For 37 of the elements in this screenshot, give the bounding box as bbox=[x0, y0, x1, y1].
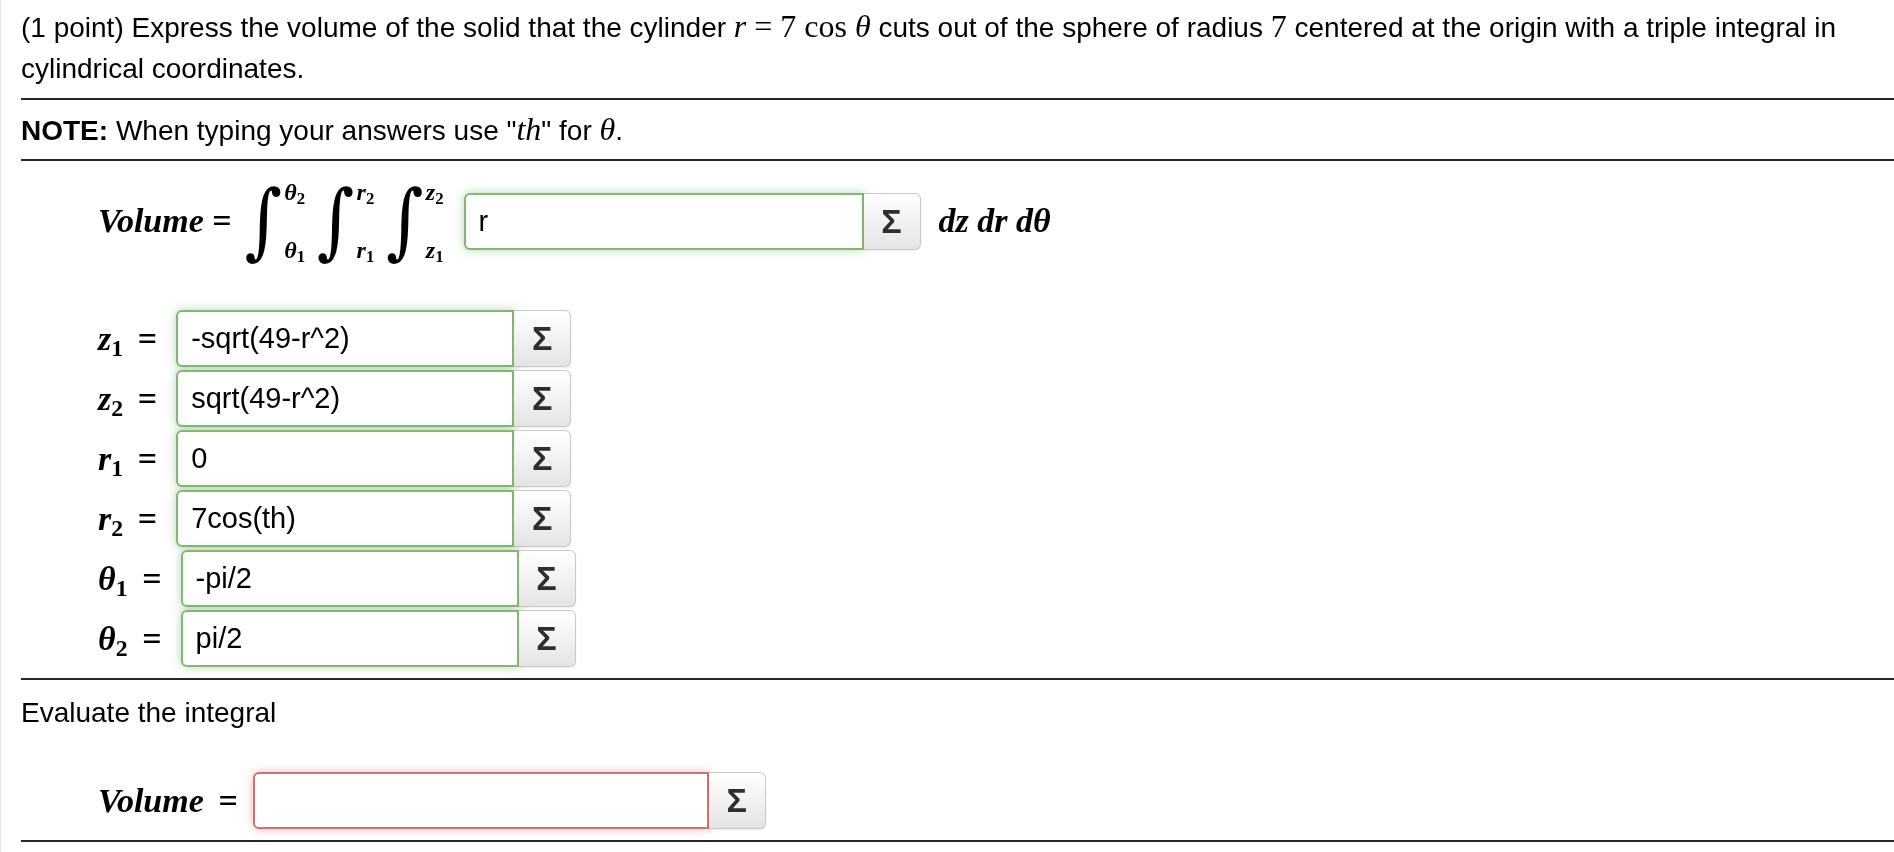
answer-field[interactable]: -sqrt(49-r^2) bbox=[176, 310, 515, 367]
sigma-button[interactable]: Σ bbox=[514, 310, 572, 367]
answer-field[interactable]: 7cos(th) bbox=[176, 490, 515, 547]
upper-limit: z$_{2}$ bbox=[425, 178, 444, 206]
sigma-button[interactable]: Σ bbox=[514, 430, 572, 487]
limit-label: θ$_{1}$ = bbox=[98, 559, 162, 598]
lower-limit: θ$_{1}$ bbox=[284, 236, 306, 264]
sigma-button[interactable]: Σ bbox=[863, 192, 921, 250]
limit-label: r$_{1}$ = bbox=[98, 439, 158, 478]
limit-label: θ$_{2}$ = bbox=[98, 619, 162, 658]
note-text: NOTE: When typing your answers use "th" for θ. bbox=[21, 110, 625, 149]
volume-label: Volume = bbox=[98, 781, 238, 820]
evaluate-prompt: Evaluate the integral bbox=[21, 696, 278, 730]
sigma-button[interactable]: Σ bbox=[708, 772, 766, 829]
limit-label: z$_{1}$ = bbox=[98, 319, 158, 358]
lower-limit: z$_{1}$ bbox=[425, 236, 444, 264]
sigma-button[interactable]: Σ bbox=[518, 610, 576, 667]
limit-label: r$_{2}$ = bbox=[98, 499, 158, 538]
integral-sign: ∫ bbox=[244, 171, 283, 269]
upper-limit: θ$_{2}$ bbox=[284, 178, 306, 206]
answer-field[interactable] bbox=[252, 772, 709, 829]
integral-sign: ∫ bbox=[386, 171, 424, 269]
limit-label: z$_{2}$ = bbox=[98, 379, 158, 418]
upper-limit: r$_{2}$ bbox=[356, 178, 375, 206]
answer-field[interactable]: -pi/2 bbox=[180, 550, 519, 607]
differentials-label: dz dr dθ bbox=[938, 202, 1051, 240]
sigma-button[interactable]: Σ bbox=[514, 370, 572, 427]
volume-label: Volume = bbox=[98, 202, 232, 240]
lower-limit: r$_{1}$ bbox=[356, 236, 375, 264]
sigma-button[interactable]: Σ bbox=[518, 550, 576, 607]
answer-field[interactable]: pi/2 bbox=[180, 610, 519, 667]
answer-field[interactable]: sqrt(49-r^2) bbox=[176, 370, 515, 427]
answer-field[interactable]: 0 bbox=[176, 430, 515, 487]
sigma-button[interactable]: Σ bbox=[514, 490, 572, 547]
integral-sign: ∫ bbox=[317, 171, 355, 269]
question-text: (1 point) Express the volume of the solid that the cylinder r = 7 cos θ cuts out of the sphere of radius 7 centered at the origin with a triple integral in cylindrical coordinates. bbox=[21, 7, 1838, 86]
integrand-field[interactable]: r bbox=[463, 192, 864, 250]
